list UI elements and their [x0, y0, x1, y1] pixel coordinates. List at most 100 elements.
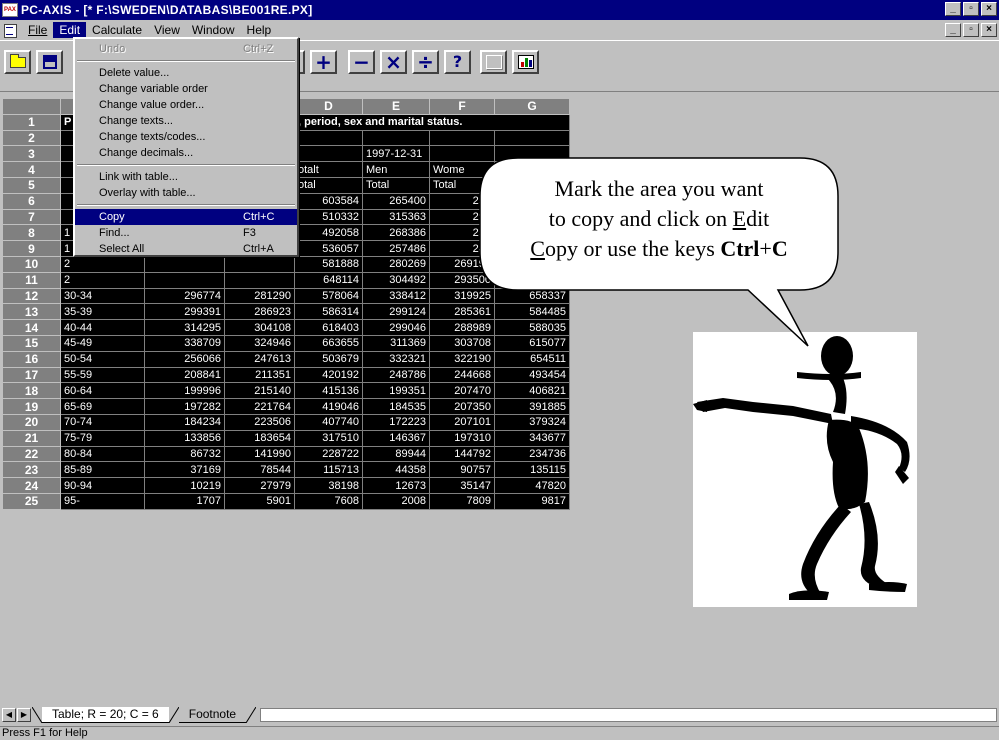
multiply-button[interactable]: × — [380, 50, 407, 74]
value-cell[interactable]: 407740 — [294, 413, 363, 431]
menu-item-find[interactable]: Find... F3 — [75, 225, 297, 241]
value-cell[interactable]: 663655 — [294, 334, 363, 352]
maximize-button[interactable]: ▫ — [963, 2, 979, 16]
value-cell[interactable]: 280269 — [362, 255, 430, 273]
cell[interactable]: Total — [362, 176, 430, 194]
row-label-cell[interactable]: 2 — [60, 255, 145, 273]
value-cell[interactable]: 299124 — [362, 303, 430, 321]
doc-restore-button[interactable]: ▫ — [963, 23, 979, 37]
menu-item-select-all[interactable]: Select All Ctrl+A — [75, 241, 297, 257]
row-label-cell[interactable]: 80-84 — [60, 445, 145, 463]
cell[interactable]: Men — [362, 161, 430, 178]
row-label-cell[interactable]: 45-49 — [60, 334, 145, 352]
row-header[interactable]: 17 — [2, 366, 61, 384]
tab-next-arrow-icon[interactable]: ▶ — [17, 707, 31, 722]
value-cell[interactable]: 10219 — [144, 477, 225, 494]
row-header[interactable]: 18 — [2, 382, 61, 400]
value-cell[interactable]: 314295 — [144, 319, 225, 336]
value-cell[interactable]: 197282 — [144, 398, 225, 415]
value-cell[interactable]: 47820 — [494, 477, 570, 494]
value-cell[interactable]: 420192 — [294, 366, 363, 384]
doc-close-button[interactable]: × — [981, 23, 997, 37]
menu-item-change-texts-codes[interactable]: Change texts/codes... — [75, 129, 297, 145]
horizontal-scrollbar[interactable] — [260, 707, 997, 722]
value-cell[interactable]: 256066 — [144, 350, 225, 368]
row-header[interactable]: 6 — [2, 192, 61, 210]
menu-item-undo[interactable]: Undo Ctrl+Z — [75, 41, 297, 57]
value-cell[interactable]: 9817 — [494, 492, 570, 510]
row-label-cell[interactable]: 75-79 — [60, 429, 145, 447]
value-cell[interactable]: 7608 — [294, 492, 363, 510]
add-button[interactable]: + — [310, 50, 337, 74]
cell[interactable]: otal — [294, 176, 363, 194]
menu-item-copy[interactable]: Copy Ctrl+C — [75, 209, 297, 225]
row-label-cell[interactable]: 55-59 — [60, 366, 145, 384]
row-header[interactable]: 16 — [2, 350, 61, 368]
row-header[interactable]: 7 — [2, 208, 61, 226]
value-cell[interactable]: 419046 — [294, 398, 363, 415]
document-icon[interactable] — [2, 22, 18, 38]
value-cell[interactable]: 38198 — [294, 477, 363, 494]
open-button[interactable] — [4, 50, 31, 74]
value-cell[interactable]: 5901 — [224, 492, 295, 510]
value-cell[interactable]: 146367 — [362, 429, 430, 447]
table-title-cell[interactable]: , period, sex and marital status. — [294, 113, 570, 131]
value-cell[interactable]: 2008 — [362, 492, 430, 510]
row-label-cell[interactable]: 90-94 — [60, 477, 145, 494]
date-cell[interactable]: 1997-12-31 — [362, 145, 430, 163]
value-cell[interactable]: 115713 — [294, 461, 363, 479]
menu-item-change-texts[interactable]: Change texts... — [75, 113, 297, 129]
save-button[interactable] — [36, 50, 63, 74]
help-button[interactable]: ? — [444, 50, 471, 74]
value-cell[interactable]: 144792 — [429, 445, 495, 463]
row-header[interactable]: 24 — [2, 477, 61, 494]
row-label-cell[interactable]: 40-44 — [60, 319, 145, 336]
value-cell[interactable]: 317510 — [294, 429, 363, 447]
row-header[interactable]: 15 — [2, 334, 61, 352]
value-cell[interactable]: 581888 — [294, 255, 363, 273]
value-cell[interactable]: 172223 — [362, 413, 430, 431]
value-cell[interactable]: 90757 — [429, 461, 495, 479]
select-all-corner[interactable] — [2, 98, 61, 115]
value-cell[interactable]: 44358 — [362, 461, 430, 479]
value-cell[interactable]: 135115 — [494, 461, 570, 479]
row-header[interactable]: 25 — [2, 492, 61, 510]
value-cell[interactable]: 247613 — [224, 350, 295, 368]
value-cell[interactable]: 27979 — [224, 477, 295, 494]
value-cell[interactable]: 207101 — [429, 413, 495, 431]
value-cell[interactable] — [144, 271, 225, 289]
value-cell[interactable]: 578064 — [294, 287, 363, 305]
value-cell[interactable]: 315363 — [362, 208, 430, 226]
row-header[interactable]: 20 — [2, 413, 61, 431]
value-cell[interactable]: 536057 — [294, 240, 363, 257]
value-cell[interactable]: 618403 — [294, 319, 363, 336]
row-header[interactable]: 2 — [2, 129, 61, 147]
subtract-button[interactable]: − — [348, 50, 375, 74]
value-cell[interactable]: 12673 — [362, 477, 430, 494]
value-cell[interactable]: 299046 — [362, 319, 430, 336]
menu-view[interactable]: View — [148, 22, 186, 38]
row-header[interactable]: 10 — [2, 255, 61, 273]
row-header[interactable]: 11 — [2, 271, 61, 289]
value-cell[interactable]: 199996 — [144, 382, 225, 400]
value-cell[interactable]: 133856 — [144, 429, 225, 447]
row-header[interactable]: 12 — [2, 287, 61, 305]
cell[interactable] — [362, 129, 430, 147]
value-cell[interactable]: 183654 — [224, 429, 295, 447]
row-label-cell[interactable]: 95- — [60, 492, 145, 510]
row-header[interactable]: 14 — [2, 319, 61, 336]
divide-button[interactable]: ÷ — [412, 50, 439, 74]
chart-button[interactable] — [512, 50, 539, 74]
value-cell[interactable]: 197310 — [429, 429, 495, 447]
value-cell[interactable]: 207350 — [429, 398, 495, 415]
row-label-cell[interactable]: 65-69 — [60, 398, 145, 415]
row-header[interactable]: 21 — [2, 429, 61, 447]
menu-item-change-value-order[interactable]: Change value order... — [75, 97, 297, 113]
row-header[interactable]: 5 — [2, 176, 61, 194]
doc-minimize-button[interactable]: _ — [945, 23, 961, 37]
value-cell[interactable]: 89944 — [362, 445, 430, 463]
col-header-f[interactable]: F — [429, 98, 495, 115]
value-cell[interactable]: 493454 — [494, 366, 570, 384]
menu-item-delete-value[interactable]: Delete value... — [75, 65, 297, 81]
value-cell[interactable]: 304108 — [224, 319, 295, 336]
